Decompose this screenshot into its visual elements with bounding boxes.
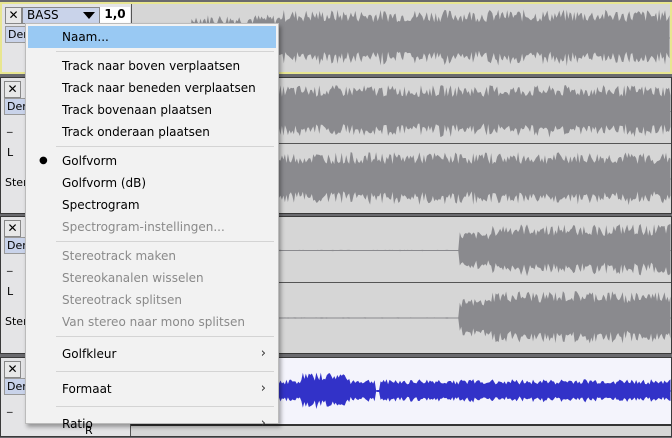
menu-item-split-stereo: Stereotrack splitsen [28,289,276,311]
track-name-dropdown[interactable]: BASS [22,6,100,24]
menu-item-move-up[interactable]: Track naar boven verplaatsen [28,55,276,77]
menu-label: Track onderaan plaatsen [62,125,210,139]
gain-slider[interactable]: _ [7,400,13,413]
chevron-right-icon: › [260,381,266,396]
menu-label: Ratio [62,417,93,431]
menu-separator [56,406,274,407]
menu-separator [56,371,274,372]
menu-label: Golfkleur [62,347,117,361]
menu-item-swap-channels: Stereokanalen wisselen [28,267,276,289]
gain-slider[interactable]: _ [7,259,13,272]
close-track-button[interactable]: ✕ [4,360,21,378]
chevron-right-icon: › [260,346,266,361]
menu-label: Track bovenaan plaatsen [62,103,212,117]
pan-left-label: L [7,146,14,159]
menu-label: Formaat [62,382,112,396]
menu-item-spectrogram-settings: Spectrogram-instellingen... [28,216,276,238]
menu-item-name[interactable]: Naam... [28,26,276,48]
menu-label: Spectrogram [62,198,140,212]
track-context-menu: Naam... Track naar boven verplaatsen Tra… [25,23,279,431]
menu-label: Track naar beneden verplaatsen [62,81,256,95]
menu-item-waveform-db[interactable]: Golfvorm (dB) [28,172,276,194]
track-name: BASS [27,7,59,22]
menu-separator [56,146,274,147]
menu-item-spectrogram[interactable]: Spectrogram [28,194,276,216]
menu-label: Track naar boven verplaatsen [62,59,241,73]
menu-label: Stereotrack splitsen [62,293,182,307]
menu-item-split-stereo-mono: Van stereo naar mono splitsen [28,311,276,333]
menu-label: Golfvorm (dB) [62,176,147,190]
menu-separator [56,241,274,242]
radio-bullet-icon: ● [39,155,48,166]
menu-item-move-down[interactable]: Track naar beneden verplaatsen [28,77,276,99]
menu-item-format[interactable]: Formaat › [28,375,276,403]
menu-item-move-top[interactable]: Track bovenaan plaatsen [28,99,276,121]
close-track-button[interactable]: ✕ [5,6,22,24]
menu-item-make-stereo: Stereotrack maken [28,245,276,267]
menu-separator [56,336,274,337]
gain-slider[interactable]: _ [7,120,13,133]
close-track-button[interactable]: ✕ [4,80,21,98]
menu-label: Naam... [62,30,109,44]
menu-separator [56,51,274,52]
menu-item-rate[interactable]: Ratio › [28,410,276,438]
menu-label: Stereokanalen wisselen [62,271,204,285]
chevron-down-icon [83,11,95,19]
close-track-button[interactable]: ✕ [4,219,21,237]
menu-label: Spectrogram-instellingen... [62,220,225,234]
gain-value: 1,0 [100,6,130,24]
menu-label: Golfvorm [62,154,118,168]
menu-item-move-bottom[interactable]: Track onderaan plaatsen [28,121,276,143]
menu-item-waveform[interactable]: ● Golfvorm [28,150,276,172]
menu-item-wave-color[interactable]: Golfkleur › [28,340,276,368]
chevron-right-icon: › [260,416,266,431]
menu-label: Van stereo naar mono splitsen [62,315,245,329]
menu-label: Stereotrack maken [62,249,177,263]
pan-left-label: L [7,285,14,298]
